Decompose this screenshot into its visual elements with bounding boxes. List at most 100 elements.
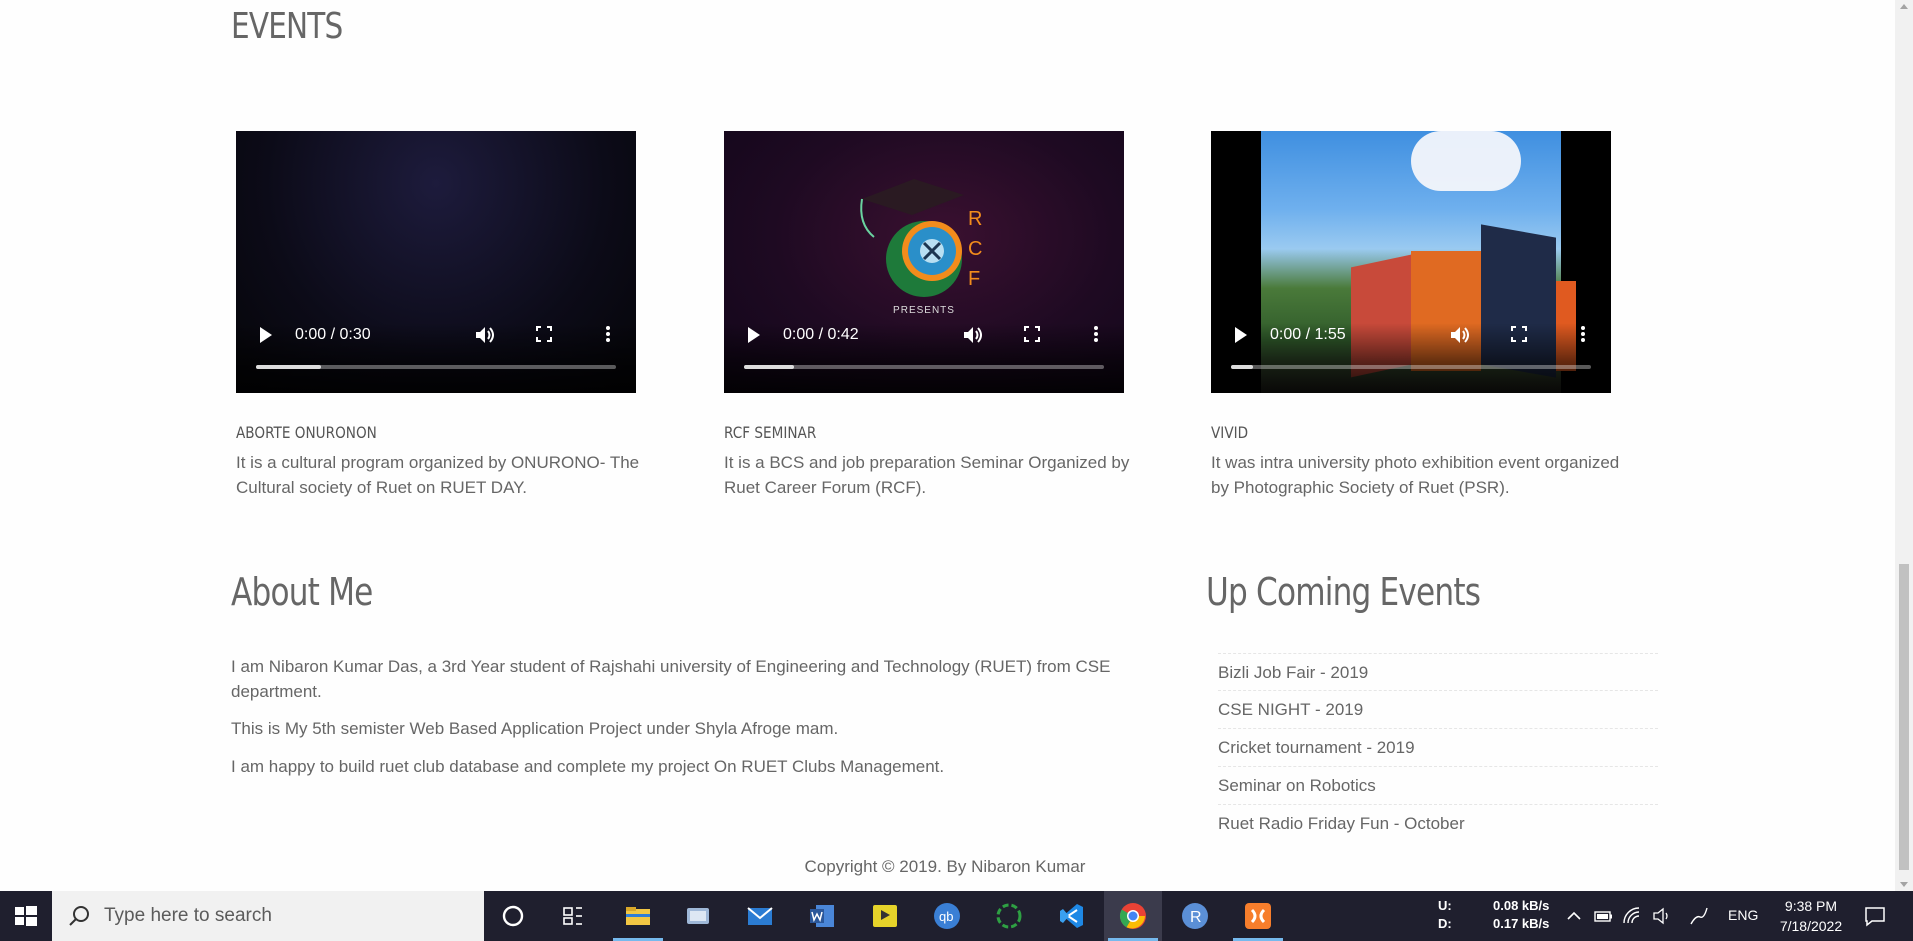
taskbar-app-vscode[interactable] [1042,891,1100,941]
volume-icon[interactable] [963,326,985,344]
event-video-player[interactable]: R C F PRESENTS 0:00 / 0:42 [724,131,1124,393]
taskbar-app-file-explorer[interactable] [609,891,667,941]
about-paragraph: This is My 5th semister Web Based Applic… [231,719,839,738]
event-title: ABORTE ONURONON [236,423,377,442]
upcoming-event-item[interactable]: CSE NIGHT - 2019 [1218,691,1658,729]
notification-center-icon[interactable] [1860,901,1890,931]
taskbar-search-box[interactable]: Type here to search [52,891,484,941]
video-overlay-text: PRESENTS [893,305,955,316]
svg-text:qb: qb [939,909,953,924]
web-page: EVENTS 0:00 / 0:30 ABORTE ONURONON It is… [0,0,1895,891]
video-time: 0:00 / 0:42 [783,326,859,343]
event-description: It is a BCS and job preparation Seminar … [724,453,1130,497]
windows-taskbar: Type here to search qb R U: 0.08 kB/s D:… [0,891,1913,941]
copyright-footer: Copyright © 2019. By Nibaron Kumar [804,857,1086,876]
network-speed-meter: U: 0.08 kB/s D: 0.17 kB/s [1438,897,1549,933]
volume-icon[interactable] [475,326,497,344]
rcf-logo-letter-c: C [968,238,982,260]
more-options-icon[interactable] [1093,325,1099,343]
scroll-up-icon[interactable] [1900,4,1908,9]
video-progress-bar[interactable] [1231,365,1591,369]
upload-label: U: [1438,898,1452,913]
upcoming-event-item[interactable]: Ruet Radio Friday Fun - October [1218,805,1658,843]
page-scrollbar[interactable] [1895,0,1913,891]
input-language[interactable]: ENG [1728,907,1758,923]
event-card-aborte-onuronon: 0:00 / 0:30 ABORTE ONURONON It is a cult… [236,131,656,500]
event-video-player[interactable]: 0:00 / 0:30 [236,131,636,393]
video-time: 0:00 / 0:30 [295,326,371,343]
search-placeholder: Type here to search [104,905,272,926]
about-paragraph: I am Nibaron Kumar Das, a 3rd Year stude… [231,657,1111,701]
fullscreen-icon[interactable] [536,326,552,342]
video-progress-bar[interactable] [744,365,1104,369]
taskbar-app-qbittorrent[interactable]: qb [918,891,976,941]
upcoming-event-item[interactable]: Cricket tournament - 2019 [1218,729,1658,767]
task-view-button[interactable] [544,891,602,941]
video-progress-bar[interactable] [256,365,616,369]
event-description: It was intra university photo exhibition… [1211,453,1620,497]
event-title: RCF SEMINAR [724,423,817,442]
word-icon [810,905,834,927]
taskbar-app-sync[interactable] [980,891,1038,941]
volume-icon[interactable] [1450,326,1472,344]
event-title: VIVID [1211,423,1249,442]
mail-icon [747,907,773,925]
file-explorer-icon [626,907,650,925]
video-buffered [256,365,321,369]
play-icon[interactable] [1235,327,1247,343]
video-buffered [1231,365,1253,369]
fullscreen-icon[interactable] [1511,326,1527,342]
upload-speed: 0.08 kB/s [1493,898,1550,913]
vscode-icon [1060,904,1083,928]
rcf-logo-letter-r: R [968,208,982,230]
wifi-icon[interactable] [1621,905,1643,927]
system-clock[interactable]: 9:38 PM 7/18/2022 [1762,896,1860,936]
play-icon[interactable] [260,327,272,343]
rcf-logo-letter-f: F [968,268,980,290]
fullscreen-icon[interactable] [1024,326,1040,342]
photos-app-icon [687,908,709,924]
taskbar-app-kmplayer[interactable] [856,891,914,941]
play-icon[interactable] [748,327,760,343]
upcoming-event-item[interactable]: Seminar on Robotics [1218,767,1658,805]
more-options-icon[interactable] [605,325,611,343]
taskbar-app-mail[interactable] [731,891,789,941]
download-label: D: [1438,916,1452,931]
upcoming-events-list: Bizli Job Fair - 2019 CSE NIGHT - 2019 C… [1218,653,1658,843]
more-options-icon[interactable] [1580,325,1586,343]
video-buffered [744,365,795,369]
battery-icon[interactable] [1592,905,1614,927]
cortana-icon [502,905,524,927]
windows-start-icon[interactable] [0,891,52,941]
video-controls: 0:00 / 1:55 [1211,323,1611,393]
taskbar-app-xampp[interactable] [1229,891,1287,941]
qbittorrent-icon: qb [934,903,960,929]
scroll-thumb[interactable] [1899,564,1909,870]
event-video-player[interactable]: 0:00 / 1:55 [1211,131,1611,393]
taskbar-app-word[interactable] [793,891,851,941]
search-icon [69,906,89,926]
video-controls: 0:00 / 0:42 [724,323,1124,393]
show-hidden-icons-icon[interactable] [1563,905,1585,927]
upcoming-events-heading: Up Coming Events [1206,570,1481,614]
r-language-icon: R [1182,903,1208,929]
event-description: It is a cultural program organized by ON… [236,453,640,497]
taskbar-app-photos[interactable] [669,891,727,941]
scroll-down-icon[interactable] [1900,882,1908,887]
events-heading: EVENTS [231,6,343,47]
upcoming-event-item[interactable]: Bizli Job Fair - 2019 [1218,653,1658,691]
about-paragraph: I am happy to build ruet club database a… [231,757,945,776]
video-controls: 0:00 / 0:30 [236,323,636,393]
pen-ink-icon[interactable] [1688,905,1710,927]
volume-tray-icon[interactable] [1651,905,1673,927]
download-speed: 0.17 kB/s [1493,916,1550,931]
cortana-button[interactable] [484,891,542,941]
event-card-rcf-seminar: R C F PRESENTS 0:00 / 0:42 RCF SEMINAR I… [724,131,1144,500]
event-card-vivid: 0:00 / 1:55 VIVID It was intra universit… [1211,131,1631,500]
chrome-icon [1119,903,1146,929]
rcf-logo: R C F [860,179,982,297]
taskbar-app-r[interactable]: R [1166,891,1224,941]
kmplayer-icon [873,905,897,927]
video-time: 0:00 / 1:55 [1270,326,1346,343]
taskbar-app-chrome[interactable] [1104,891,1162,941]
